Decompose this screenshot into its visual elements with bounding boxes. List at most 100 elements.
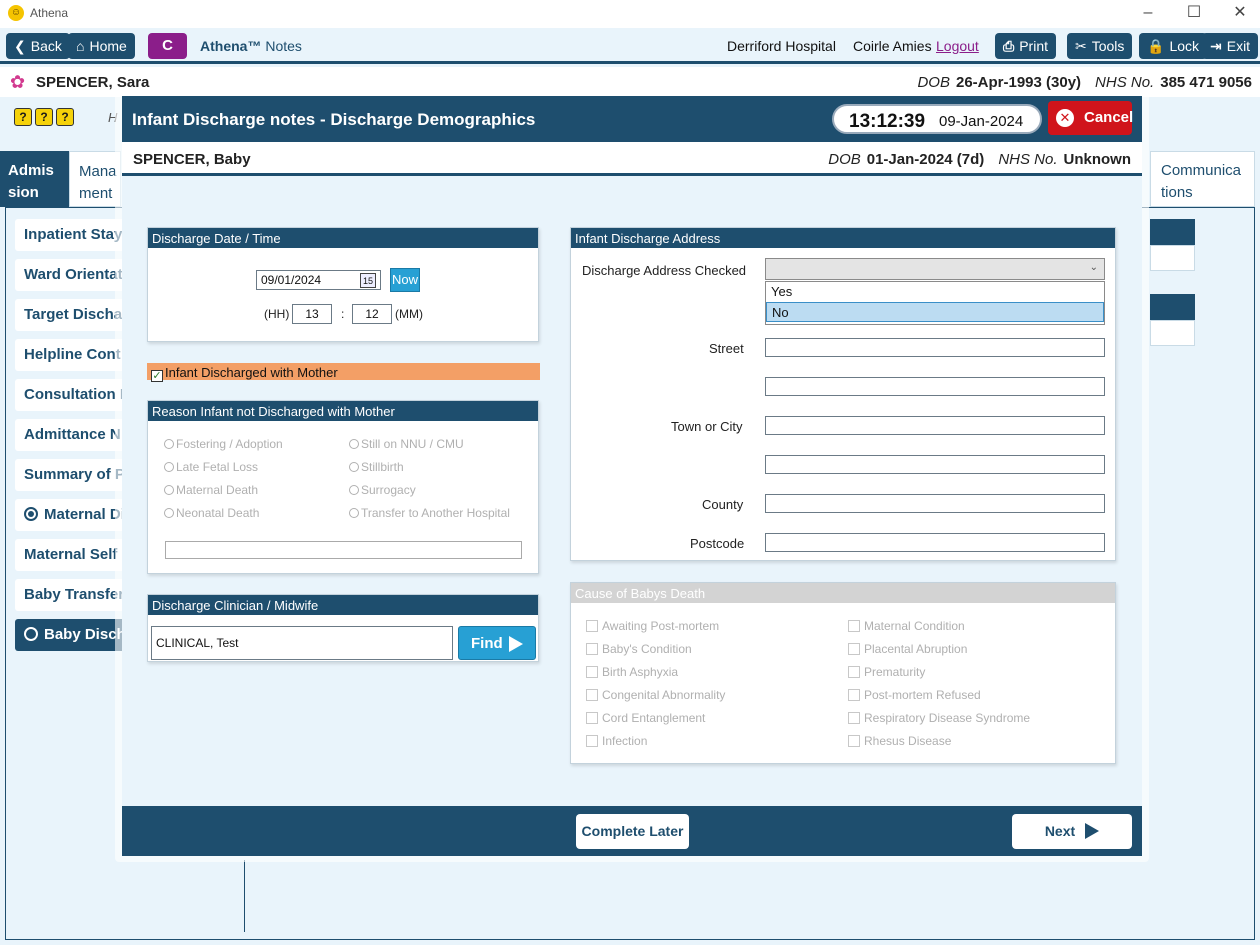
- next-button[interactable]: Next: [1012, 814, 1132, 849]
- nav-item[interactable]: Helpline Cont: [15, 339, 125, 371]
- hour-field[interactable]: 13: [292, 304, 332, 324]
- checkbox-icon: [848, 643, 860, 655]
- address-panel: Infant Discharge Address Discharge Addre…: [570, 227, 1116, 561]
- radio-icon: [24, 627, 38, 641]
- lock-button[interactable]: 🔒 Lock: [1139, 33, 1208, 59]
- title-bar: ☺ Athena – ☐ ✕: [0, 0, 1260, 28]
- cause-option[interactable]: Congenital Abnormality: [586, 688, 725, 702]
- discharge-date-field[interactable]: 09/01/2024 15: [256, 270, 381, 290]
- address-checked-select[interactable]: ⌄: [765, 258, 1105, 280]
- county-label: County: [702, 497, 744, 512]
- tools-button[interactable]: ✂ Tools: [1067, 33, 1133, 59]
- cause-option[interactable]: Respiratory Disease Syndrome: [848, 711, 1030, 725]
- nav-item[interactable]: Inpatient Stay: [15, 219, 125, 251]
- cancel-button[interactable]: ✕ Cancel: [1048, 101, 1133, 135]
- clock-display: 13:12:39 09-Jan-2024: [832, 104, 1042, 134]
- dropdown-option-no[interactable]: No: [766, 302, 1104, 322]
- checkbox-icon: [848, 666, 860, 678]
- reason-option[interactable]: Maternal Death: [164, 483, 258, 497]
- nav-item[interactable]: Baby Transfer: [15, 579, 125, 611]
- cause-option[interactable]: Baby's Condition: [586, 642, 692, 656]
- cause-option[interactable]: Post-mortem Refused: [848, 688, 981, 702]
- panel-header: Cause of Babys Death: [571, 583, 1115, 603]
- street-field-2[interactable]: [765, 377, 1105, 396]
- modal-footer: Complete Later Next: [122, 806, 1142, 856]
- logout-link[interactable]: Logout: [936, 38, 979, 54]
- cause-option[interactable]: Prematurity: [848, 665, 925, 679]
- nav-item[interactable]: Maternal Self: [15, 539, 125, 571]
- background-block: [1150, 245, 1195, 271]
- clinician-field[interactable]: CLINICAL, Test: [151, 626, 453, 660]
- discharged-with-mother-checkbox[interactable]: ✓ Infant Discharged with Mother: [147, 363, 540, 382]
- tab-management[interactable]: Mana ment: [69, 151, 121, 207]
- reason-option[interactable]: Late Fetal Loss: [164, 460, 258, 474]
- reason-option[interactable]: Neonatal Death: [164, 506, 259, 520]
- close-icon: ✕: [1056, 109, 1074, 127]
- panel-header: Infant Discharge Address: [571, 228, 1115, 248]
- reason-option[interactable]: Stillbirth: [349, 460, 404, 474]
- nav-item-maternal[interactable]: Maternal Di: [15, 499, 125, 531]
- help-alt-icon[interactable]: ?: [56, 108, 74, 126]
- complete-later-button[interactable]: Complete Later: [576, 814, 689, 849]
- divider: [244, 860, 245, 932]
- cause-option[interactable]: Maternal Condition: [848, 619, 965, 633]
- checkbox-icon: [586, 689, 598, 701]
- cause-option[interactable]: Awaiting Post-mortem: [586, 619, 719, 633]
- exit-icon: ⇥: [1210, 38, 1222, 54]
- town-label: Town or City: [671, 419, 743, 434]
- print-button[interactable]: ⎙ Print: [995, 33, 1056, 59]
- calendar-icon[interactable]: 15: [360, 273, 376, 288]
- exit-button[interactable]: ⇥ Exit: [1202, 33, 1259, 59]
- address-checked-dropdown: Yes No: [765, 281, 1105, 325]
- maximize-icon[interactable]: ☐: [1174, 2, 1214, 24]
- tab-admission[interactable]: Admis sion: [0, 151, 69, 207]
- radio-icon: [349, 462, 359, 472]
- panel-header: Reason Infant not Discharged with Mother: [148, 401, 538, 421]
- c-button[interactable]: C: [148, 33, 187, 59]
- home-icon: ⌂: [76, 38, 85, 54]
- cause-option[interactable]: Placental Abruption: [848, 642, 967, 656]
- reason-option[interactable]: Transfer to Another Hospital: [349, 506, 510, 520]
- tab-communications[interactable]: Communica tions: [1150, 151, 1255, 207]
- minimize-icon[interactable]: –: [1128, 2, 1168, 24]
- reason-option[interactable]: Still on NNU / CMU: [349, 437, 464, 451]
- checkbox-icon: [586, 712, 598, 724]
- reason-other-field[interactable]: [165, 541, 522, 559]
- minute-field[interactable]: 12: [352, 304, 392, 324]
- address-checked-label: Discharge Address Checked: [582, 263, 747, 278]
- help-list-icon[interactable]: ?: [14, 108, 32, 126]
- town-field-1[interactable]: [765, 416, 1105, 435]
- nav-item[interactable]: Ward Orientat: [15, 259, 125, 291]
- baby-name: SPENCER, Baby: [133, 151, 251, 168]
- dropdown-option-yes[interactable]: Yes: [766, 282, 1104, 302]
- cause-option[interactable]: Rhesus Disease: [848, 734, 951, 748]
- radio-icon: [164, 508, 174, 518]
- nav-item[interactable]: Target Dischar: [15, 299, 125, 331]
- clock-date: 09-Jan-2024: [939, 113, 1024, 130]
- now-button[interactable]: Now: [390, 268, 420, 292]
- back-button[interactable]: ❮ Back: [6, 33, 70, 59]
- street-field-1[interactable]: [765, 338, 1105, 357]
- find-button[interactable]: Find: [458, 626, 536, 660]
- postcode-field[interactable]: [765, 533, 1105, 552]
- reason-option[interactable]: Surrogacy: [349, 483, 416, 497]
- close-window-icon[interactable]: ✕: [1220, 2, 1260, 24]
- background-block: [1150, 294, 1195, 320]
- cause-option[interactable]: Birth Asphyxia: [586, 665, 678, 679]
- discharge-modal: Infant Discharge notes - Discharge Demog…: [122, 96, 1142, 856]
- panel-header: Discharge Clinician / Midwife: [148, 595, 538, 615]
- nav-item[interactable]: Summary of P: [15, 459, 125, 491]
- home-button[interactable]: ⌂ Home: [68, 33, 135, 59]
- nav-item-baby-discharge[interactable]: Baby Discha: [15, 619, 125, 651]
- reason-option[interactable]: Fostering / Adoption: [164, 437, 283, 451]
- town-field-2[interactable]: [765, 455, 1105, 474]
- county-field[interactable]: [765, 494, 1105, 513]
- nav-item[interactable]: Consultation I: [15, 379, 125, 411]
- cause-option[interactable]: Cord Entanglement: [586, 711, 705, 725]
- nav-item[interactable]: Admittance N: [15, 419, 125, 451]
- time-separator: :: [341, 307, 345, 321]
- checkbox-icon: [848, 689, 860, 701]
- help-icon[interactable]: ?: [35, 108, 53, 126]
- cause-option[interactable]: Infection: [586, 734, 647, 748]
- modal-header: Infant Discharge notes - Discharge Demog…: [122, 96, 1142, 142]
